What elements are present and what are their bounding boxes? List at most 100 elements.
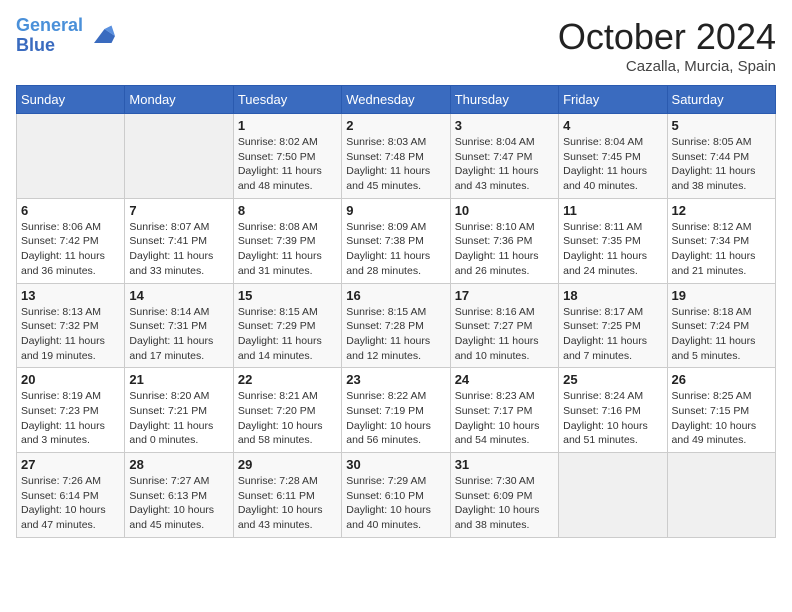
day-number: 11 xyxy=(563,203,662,218)
day-detail: Sunrise: 8:10 AM Sunset: 7:36 PM Dayligh… xyxy=(455,220,554,279)
calendar-cell: 13 Sunrise: 8:13 AM Sunset: 7:32 PM Dayli… xyxy=(17,283,125,368)
day-detail: Sunrise: 8:22 AM Sunset: 7:19 PM Dayligh… xyxy=(346,389,445,448)
logo-icon xyxy=(87,22,115,50)
week-row-1: 1Sunrise: 8:02 AM Sunset: 7:50 PM Daylig… xyxy=(17,114,776,199)
day-detail: Sunrise: 8:20 AM Sunset: 7:21 PM Dayligh… xyxy=(129,389,228,448)
day-number: 16 xyxy=(346,288,445,303)
day-detail: Sunrise: 7:26 AM Sunset: 6:14 PM Dayligh… xyxy=(21,474,120,533)
location: Cazalla, Murcia, Spain xyxy=(558,58,776,75)
day-number: 19 xyxy=(672,288,771,303)
day-number: 3 xyxy=(455,118,554,133)
day-number: 12 xyxy=(672,203,771,218)
calendar-body: 1Sunrise: 8:02 AM Sunset: 7:50 PM Daylig… xyxy=(17,114,776,538)
calendar-cell: 11 Sunrise: 8:11 AM Sunset: 7:35 PM Dayli… xyxy=(559,198,667,283)
week-row-2: 6Sunrise: 8:06 AM Sunset: 7:42 PM Daylig… xyxy=(17,198,776,283)
day-detail: Sunrise: 8:15 AM Sunset: 7:28 PM Dayligh… xyxy=(346,305,445,364)
calendar-cell: 10 Sunrise: 8:10 AM Sunset: 7:36 PM Dayli… xyxy=(450,198,558,283)
day-detail: Sunrise: 8:17 AM Sunset: 7:25 PM Dayligh… xyxy=(563,305,662,364)
day-number: 25 xyxy=(563,372,662,387)
day-number: 27 xyxy=(21,457,120,472)
calendar-cell: 1Sunrise: 8:02 AM Sunset: 7:50 PM Daylig… xyxy=(233,114,341,199)
day-number: 2 xyxy=(346,118,445,133)
day-detail: Sunrise: 8:18 AM Sunset: 7:24 PM Dayligh… xyxy=(672,305,771,364)
header-saturday: Saturday xyxy=(667,86,775,114)
day-number: 9 xyxy=(346,203,445,218)
day-number: 28 xyxy=(129,457,228,472)
header-thursday: Thursday xyxy=(450,86,558,114)
calendar-cell: 15Sunrise: 8:15 AM Sunset: 7:29 PM Dayli… xyxy=(233,283,341,368)
day-detail: Sunrise: 8:21 AM Sunset: 7:20 PM Dayligh… xyxy=(238,389,337,448)
week-row-3: 13 Sunrise: 8:13 AM Sunset: 7:32 PM Dayli… xyxy=(17,283,776,368)
day-number: 17 xyxy=(455,288,554,303)
calendar-cell: 4 Sunrise: 8:04 AM Sunset: 7:45 PM Daylig… xyxy=(559,114,667,199)
calendar-cell: 29 Sunrise: 7:28 AM Sunset: 6:11 PM Dayli… xyxy=(233,453,341,538)
month-title: October 2024 xyxy=(558,16,776,58)
day-detail: Sunrise: 8:09 AM Sunset: 7:38 PM Dayligh… xyxy=(346,220,445,279)
day-detail: Sunrise: 7:30 AM Sunset: 6:09 PM Dayligh… xyxy=(455,474,554,533)
header-tuesday: Tuesday xyxy=(233,86,341,114)
calendar-cell: 8 Sunrise: 8:08 AM Sunset: 7:39 PM Daylig… xyxy=(233,198,341,283)
header-sunday: Sunday xyxy=(17,86,125,114)
calendar-cell: 9 Sunrise: 8:09 AM Sunset: 7:38 PM Daylig… xyxy=(342,198,450,283)
day-detail: Sunrise: 7:27 AM Sunset: 6:13 PM Dayligh… xyxy=(129,474,228,533)
calendar-cell: 30Sunrise: 7:29 AM Sunset: 6:10 PM Dayli… xyxy=(342,453,450,538)
day-number: 8 xyxy=(238,203,337,218)
day-number: 14 xyxy=(129,288,228,303)
calendar-cell: 21 Sunrise: 8:20 AM Sunset: 7:21 PM Dayli… xyxy=(125,368,233,453)
day-number: 4 xyxy=(563,118,662,133)
day-number: 13 xyxy=(21,288,120,303)
day-detail: Sunrise: 8:12 AM Sunset: 7:34 PM Dayligh… xyxy=(672,220,771,279)
calendar-cell: 17 Sunrise: 8:16 AM Sunset: 7:27 PM Dayli… xyxy=(450,283,558,368)
calendar-header: SundayMondayTuesdayWednesdayThursdayFrid… xyxy=(17,86,776,114)
day-detail: Sunrise: 8:19 AM Sunset: 7:23 PM Dayligh… xyxy=(21,389,120,448)
day-number: 24 xyxy=(455,372,554,387)
week-row-5: 27 Sunrise: 7:26 AM Sunset: 6:14 PM Dayli… xyxy=(17,453,776,538)
calendar-cell: 31 Sunrise: 7:30 AM Sunset: 6:09 PM Dayli… xyxy=(450,453,558,538)
week-row-4: 20Sunrise: 8:19 AM Sunset: 7:23 PM Dayli… xyxy=(17,368,776,453)
header-monday: Monday xyxy=(125,86,233,114)
day-detail: Sunrise: 8:25 AM Sunset: 7:15 PM Dayligh… xyxy=(672,389,771,448)
day-detail: Sunrise: 8:24 AM Sunset: 7:16 PM Dayligh… xyxy=(563,389,662,448)
calendar-cell: 24 Sunrise: 8:23 AM Sunset: 7:17 PM Dayli… xyxy=(450,368,558,453)
title-block: October 2024 Cazalla, Murcia, Spain xyxy=(558,16,776,75)
calendar-cell: 23 Sunrise: 8:22 AM Sunset: 7:19 PM Dayli… xyxy=(342,368,450,453)
day-number: 23 xyxy=(346,372,445,387)
day-number: 31 xyxy=(455,457,554,472)
calendar-cell: 12 Sunrise: 8:12 AM Sunset: 7:34 PM Dayli… xyxy=(667,198,775,283)
calendar-cell: 20Sunrise: 8:19 AM Sunset: 7:23 PM Dayli… xyxy=(17,368,125,453)
day-number: 7 xyxy=(129,203,228,218)
day-detail: Sunrise: 8:15 AM Sunset: 7:29 PM Dayligh… xyxy=(238,305,337,364)
calendar-cell: 26Sunrise: 8:25 AM Sunset: 7:15 PM Dayli… xyxy=(667,368,775,453)
day-number: 10 xyxy=(455,203,554,218)
day-number: 29 xyxy=(238,457,337,472)
day-detail: Sunrise: 8:13 AM Sunset: 7:32 PM Dayligh… xyxy=(21,305,120,364)
calendar-cell: 5Sunrise: 8:05 AM Sunset: 7:44 PM Daylig… xyxy=(667,114,775,199)
calendar-cell: 3Sunrise: 8:04 AM Sunset: 7:47 PM Daylig… xyxy=(450,114,558,199)
logo: GeneralBlue xyxy=(16,16,115,56)
logo-text: GeneralBlue xyxy=(16,16,83,56)
day-detail: Sunrise: 8:11 AM Sunset: 7:35 PM Dayligh… xyxy=(563,220,662,279)
calendar-cell: 22Sunrise: 8:21 AM Sunset: 7:20 PM Dayli… xyxy=(233,368,341,453)
day-detail: Sunrise: 8:04 AM Sunset: 7:45 PM Dayligh… xyxy=(563,135,662,194)
day-number: 6 xyxy=(21,203,120,218)
day-number: 21 xyxy=(129,372,228,387)
day-detail: Sunrise: 7:28 AM Sunset: 6:11 PM Dayligh… xyxy=(238,474,337,533)
calendar-cell: 19 Sunrise: 8:18 AM Sunset: 7:24 PM Dayli… xyxy=(667,283,775,368)
calendar-cell: 27 Sunrise: 7:26 AM Sunset: 6:14 PM Dayli… xyxy=(17,453,125,538)
day-detail: Sunrise: 8:02 AM Sunset: 7:50 PM Dayligh… xyxy=(238,135,337,194)
calendar-cell: 16 Sunrise: 8:15 AM Sunset: 7:28 PM Dayli… xyxy=(342,283,450,368)
calendar-cell xyxy=(667,453,775,538)
day-detail: Sunrise: 8:08 AM Sunset: 7:39 PM Dayligh… xyxy=(238,220,337,279)
calendar-cell xyxy=(559,453,667,538)
day-detail: Sunrise: 8:14 AM Sunset: 7:31 PM Dayligh… xyxy=(129,305,228,364)
calendar-cell: 25 Sunrise: 8:24 AM Sunset: 7:16 PM Dayli… xyxy=(559,368,667,453)
day-detail: Sunrise: 8:23 AM Sunset: 7:17 PM Dayligh… xyxy=(455,389,554,448)
calendar-cell xyxy=(17,114,125,199)
calendar-cell xyxy=(125,114,233,199)
day-number: 30 xyxy=(346,457,445,472)
day-detail: Sunrise: 8:03 AM Sunset: 7:48 PM Dayligh… xyxy=(346,135,445,194)
day-detail: Sunrise: 8:16 AM Sunset: 7:27 PM Dayligh… xyxy=(455,305,554,364)
day-number: 5 xyxy=(672,118,771,133)
calendar-cell: 28 Sunrise: 7:27 AM Sunset: 6:13 PM Dayli… xyxy=(125,453,233,538)
calendar-cell: 7Sunrise: 8:07 AM Sunset: 7:41 PM Daylig… xyxy=(125,198,233,283)
